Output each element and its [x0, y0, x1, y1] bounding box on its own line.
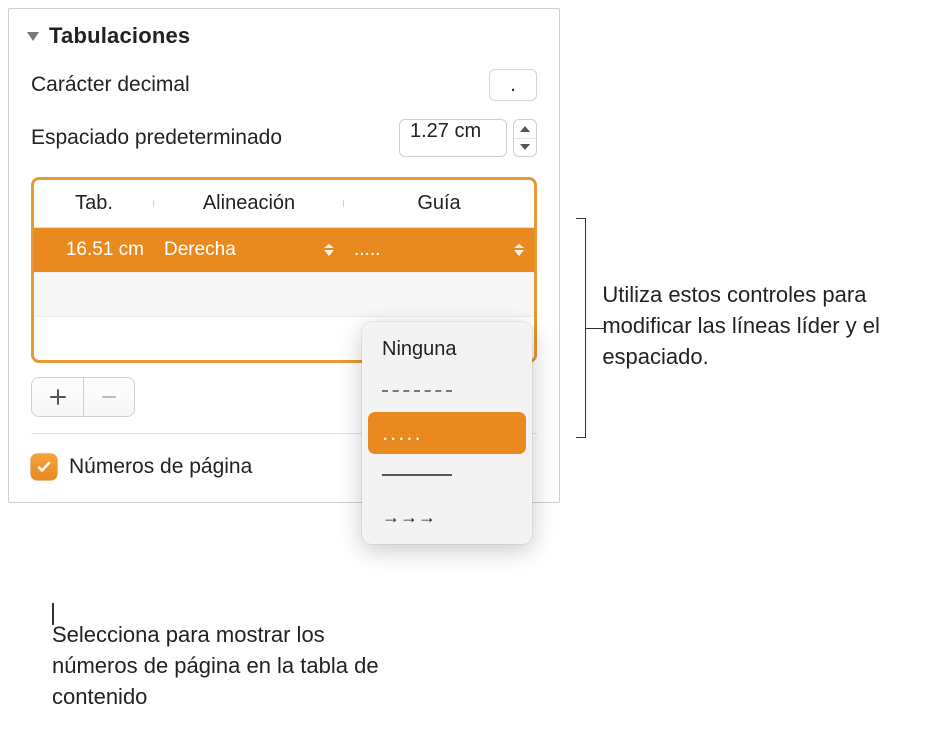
updown-icon	[508, 244, 524, 256]
default-spacing-label: Espaciado predeterminado	[31, 126, 282, 150]
decimal-char-row: Carácter decimal .	[9, 59, 559, 109]
arrows-icon: →→→	[382, 507, 436, 528]
page-numbers-label: Números de página	[69, 455, 252, 479]
dropdown-option-dots[interactable]: .....	[368, 412, 526, 454]
stepper-up-button[interactable]	[514, 120, 536, 139]
tab-table-row-empty	[34, 272, 534, 316]
dropdown-option-solid[interactable]	[368, 454, 526, 496]
dropdown-option-arrows[interactable]: →→→	[368, 496, 526, 538]
callout-bottom-text: Selecciona para mostrar los números de p…	[52, 620, 412, 712]
default-spacing-input[interactable]: 1.27 cm	[399, 119, 507, 157]
stepper-down-button[interactable]	[514, 139, 536, 157]
section-header[interactable]: Tabulaciones	[9, 9, 559, 59]
dropdown-option-none[interactable]: Ninguna	[368, 328, 526, 370]
minus-icon	[100, 388, 118, 406]
solid-line-icon	[382, 474, 452, 476]
updown-icon	[318, 244, 334, 256]
callout-right-text: Utiliza estos controles para modificar l…	[602, 280, 926, 372]
bracket-icon	[576, 218, 586, 438]
col-header-align[interactable]: Alineación	[154, 192, 344, 215]
chevron-down-icon	[520, 144, 530, 150]
tab-table-row-selected[interactable]: 16.51 cm Derecha .....	[34, 228, 534, 272]
tab-table-header: Tab. Alineación Guía	[34, 180, 534, 228]
cell-guide-value[interactable]: .....	[344, 239, 534, 261]
plus-icon	[49, 388, 67, 406]
cell-tab-value[interactable]: 16.51 cm	[34, 239, 154, 261]
spacing-stepper[interactable]	[513, 119, 537, 157]
cell-align-value[interactable]: Derecha	[154, 239, 344, 261]
remove-tab-button[interactable]	[83, 377, 135, 417]
dots-icon: .....	[382, 420, 423, 446]
callout-right: Utiliza estos controles para modificar l…	[576, 218, 926, 438]
callout-line-icon	[52, 603, 54, 625]
callout-bottom: Selecciona para mostrar los números de p…	[52, 620, 412, 712]
page-numbers-checkbox[interactable]	[31, 454, 57, 480]
default-spacing-row: Espaciado predeterminado 1.27 cm	[9, 109, 559, 165]
chevron-up-icon	[520, 126, 530, 132]
add-tab-button[interactable]	[31, 377, 83, 417]
col-header-tab[interactable]: Tab.	[34, 192, 154, 215]
decimal-char-label: Carácter decimal	[31, 73, 190, 97]
disclosure-triangle-icon[interactable]	[27, 32, 39, 41]
section-title: Tabulaciones	[49, 23, 190, 49]
col-header-guide[interactable]: Guía	[344, 192, 534, 215]
dropdown-option-dashes[interactable]	[368, 370, 526, 412]
guide-dropdown-menu: Ninguna ..... →→→	[362, 322, 532, 544]
checkmark-icon	[36, 459, 52, 475]
decimal-char-input[interactable]: .	[489, 69, 537, 101]
dash-line-icon	[382, 390, 452, 392]
